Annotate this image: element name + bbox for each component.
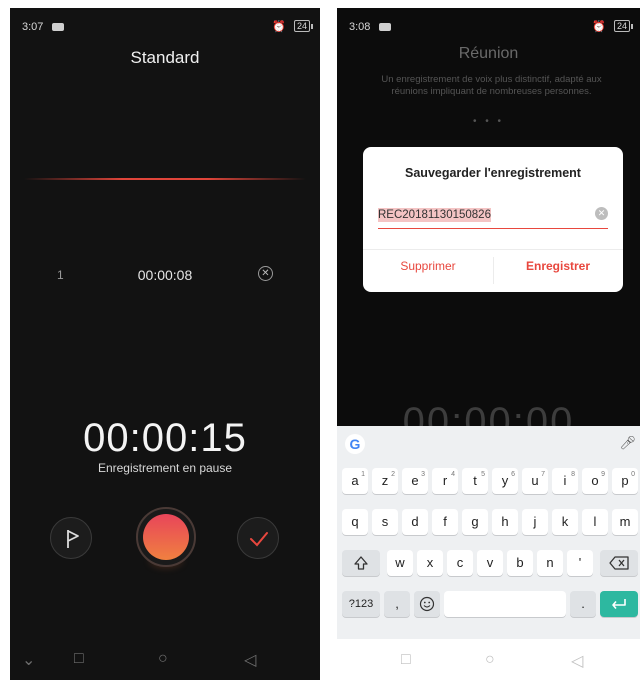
- status-time: 3:08: [349, 21, 371, 33]
- google-icon[interactable]: G: [345, 434, 365, 454]
- key-x[interactable]: x: [417, 550, 443, 576]
- check-icon: [250, 532, 268, 547]
- status-bar: 3:07 ⏰ 24: [10, 8, 320, 42]
- key-h[interactable]: h: [492, 509, 518, 535]
- filename-input[interactable]: REC20181130150826: [378, 204, 590, 226]
- emoji-key[interactable]: [414, 591, 440, 617]
- recents-square-icon[interactable]: □: [74, 650, 84, 668]
- alarm-icon: ⏰: [272, 21, 286, 33]
- record-button[interactable]: [136, 507, 196, 567]
- key-g[interactable]: g: [462, 509, 488, 535]
- backspace-key[interactable]: [600, 550, 638, 576]
- navigation-bar: □ ○ ◁: [337, 639, 640, 680]
- flag-icon: [67, 530, 79, 548]
- key-p[interactable]: p0: [612, 468, 638, 494]
- back-triangle-icon[interactable]: ◁: [244, 650, 256, 670]
- shift-key[interactable]: [342, 550, 380, 576]
- enter-key[interactable]: [600, 591, 638, 617]
- key-w[interactable]: w: [387, 550, 413, 576]
- filename-value[interactable]: REC20181130150826: [378, 208, 491, 222]
- key-z[interactable]: z2: [372, 468, 398, 494]
- camera-notification-icon: [52, 23, 64, 31]
- key-o[interactable]: o9: [582, 468, 608, 494]
- key-q[interactable]: q: [342, 509, 368, 535]
- save-button[interactable]: Enregistrer: [493, 259, 623, 273]
- recorder-screen-meeting: 3:08 ⏰ 24 Réunion Un enregistrement de v…: [337, 8, 640, 680]
- chevron-down-icon[interactable]: ⌄: [22, 650, 35, 670]
- recorder-screen-standard: 3:07 ⏰ 24 Standard 1 00:00:08 ✕ 00:00:15…: [10, 8, 320, 680]
- battery-icon: 24: [613, 20, 634, 32]
- navigation-bar: ⌄ □ ○ ◁: [10, 640, 320, 680]
- comma-key[interactable]: ,: [384, 591, 410, 617]
- alarm-icon: ⏰: [592, 21, 606, 33]
- key-k[interactable]: k: [552, 509, 578, 535]
- backspace-icon: [609, 556, 629, 570]
- key-u[interactable]: u7: [522, 468, 548, 494]
- period-key[interactable]: .: [570, 591, 596, 617]
- key-y[interactable]: y6: [492, 468, 518, 494]
- key-l[interactable]: l: [582, 509, 608, 535]
- emoji-icon: [419, 596, 435, 612]
- space-key[interactable]: [444, 591, 566, 617]
- key-f[interactable]: f: [432, 509, 458, 535]
- page-indicator: • • •: [472, 116, 505, 127]
- record-icon: [143, 514, 189, 560]
- enter-arrow-icon: [612, 599, 626, 610]
- microphone-icon[interactable]: 🎤︎: [619, 435, 636, 451]
- save-recording-dialog: Sauvegarder l'enregistrement REC20181130…: [363, 147, 623, 292]
- recording-timer: 00:00:15: [83, 416, 247, 460]
- status-bar: 3:08 ⏰ 24: [337, 8, 640, 42]
- mode-description: Un enregistrement de voix plus distincti…: [381, 74, 602, 97]
- divider: [363, 249, 623, 250]
- key-v[interactable]: v: [477, 550, 503, 576]
- key-r[interactable]: r4: [432, 468, 458, 494]
- key-j[interactable]: j: [522, 509, 548, 535]
- symbols-key[interactable]: ?123: [342, 591, 380, 617]
- input-underline: [378, 228, 608, 229]
- delete-button[interactable]: Supprimer: [363, 259, 493, 273]
- marker-time: 00:00:08: [137, 267, 193, 283]
- key-n[interactable]: n: [537, 550, 563, 576]
- key-m[interactable]: m: [612, 509, 638, 535]
- mode-title: Réunion: [458, 45, 519, 62]
- key-i[interactable]: i8: [552, 468, 578, 494]
- battery-icon: 24: [293, 20, 314, 32]
- shift-arrow-icon: [354, 556, 368, 570]
- recording-status-text: Enregistrement en pause: [97, 461, 233, 475]
- key-t[interactable]: t5: [462, 468, 488, 494]
- delete-marker-close-icon[interactable]: ✕: [258, 266, 273, 281]
- back-triangle-icon[interactable]: ◁: [571, 651, 583, 671]
- flag-button[interactable]: [50, 517, 92, 559]
- key-e[interactable]: e3: [402, 468, 428, 494]
- mode-title[interactable]: Standard: [10, 48, 320, 68]
- key-b[interactable]: b: [507, 550, 533, 576]
- home-circle-icon[interactable]: ○: [485, 651, 495, 669]
- key-s[interactable]: s: [372, 509, 398, 535]
- keyboard-toolbar: G 🎤︎: [337, 426, 640, 462]
- recording-timer: 00:00:00: [402, 400, 575, 426]
- key-a[interactable]: a1: [342, 468, 368, 494]
- finish-button[interactable]: [237, 517, 279, 559]
- key-c[interactable]: c: [447, 550, 473, 576]
- camera-notification-icon: [379, 23, 391, 31]
- soft-keyboard: G 🎤︎ a1 z2 e3 r4 t5 y6 u7 i8 o9 p0 q s d…: [337, 426, 640, 639]
- clear-input-icon[interactable]: ✕: [595, 207, 608, 220]
- key-d[interactable]: d: [402, 509, 428, 535]
- home-circle-icon[interactable]: ○: [158, 650, 168, 668]
- key-apostrophe[interactable]: ': [567, 550, 593, 576]
- dialog-title: Sauvegarder l'enregistrement: [405, 166, 581, 180]
- status-time: 3:07: [22, 21, 44, 33]
- waveform-line: [24, 178, 306, 180]
- recents-square-icon[interactable]: □: [401, 651, 411, 669]
